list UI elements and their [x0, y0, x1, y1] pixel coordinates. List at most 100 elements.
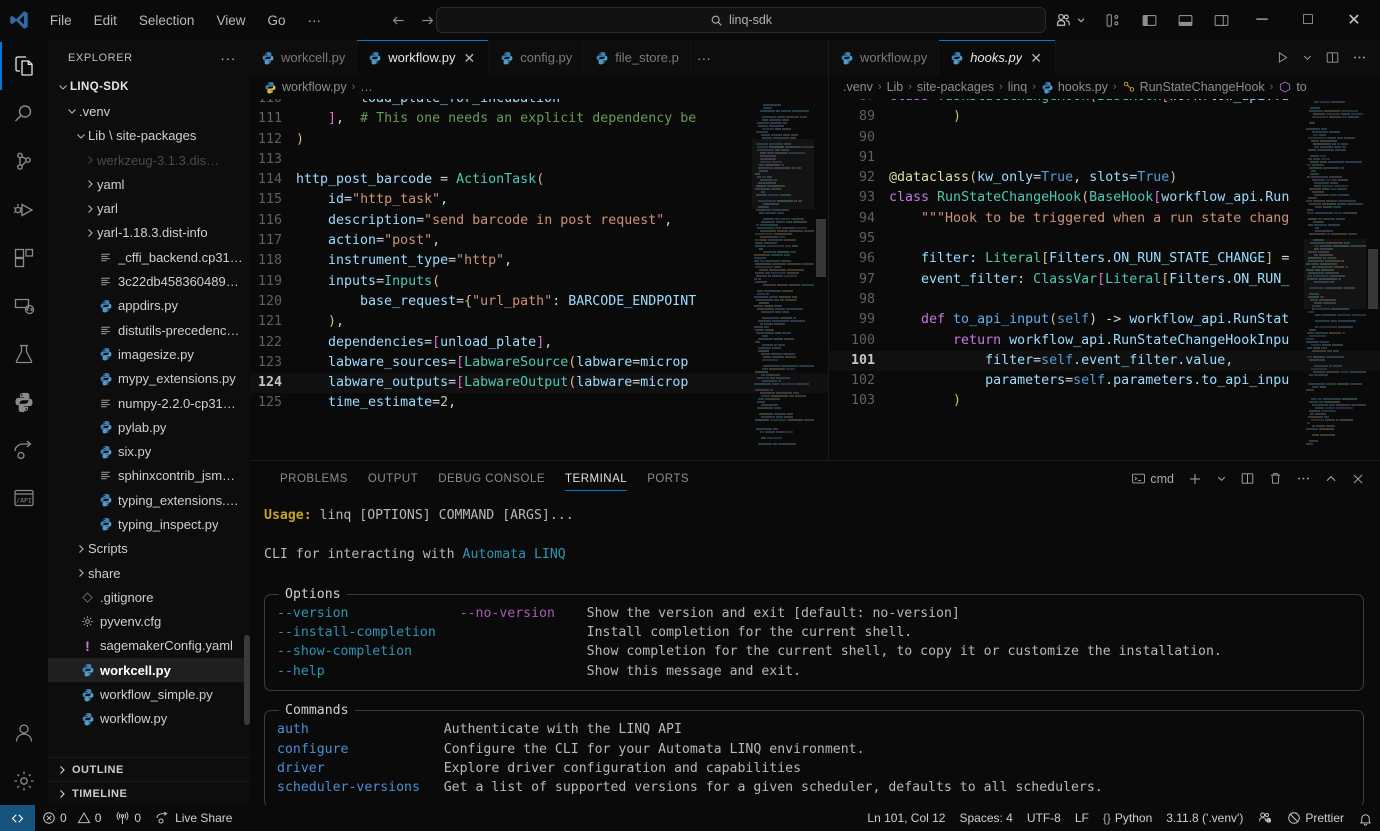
indentation-status[interactable]: Spaces: 4: [952, 805, 1019, 831]
file-tree[interactable]: LINQ-SDK .venv Lib \ site-packages werkzeug…: [48, 75, 250, 757]
remote-window-indicator[interactable]: [0, 805, 35, 831]
editor-scrollbar-left[interactable]: [814, 99, 828, 460]
activity-remote-explorer-icon[interactable]: [0, 282, 48, 330]
tree-item-lib-site-packages[interactable]: Lib \ site-packages: [48, 124, 250, 148]
problems-status[interactable]: 0 0: [35, 805, 108, 831]
tree-item-yaml[interactable]: yaml: [48, 172, 250, 196]
tree-item-typing-inspect-py[interactable]: typing_inspect.py: [48, 512, 250, 536]
panel-tab-output[interactable]: OUTPUT: [358, 465, 428, 492]
tree-item-3c22db458360489[interactable]: 3c22db458360489…: [48, 269, 250, 293]
breadcrumb-item-runstatechangehook[interactable]: RunStateChangeHook: [1122, 80, 1265, 94]
sidebar-section-timeline[interactable]: TIMELINE: [48, 781, 250, 805]
breadcrumb-right[interactable]: .venv › Lib › site-packages › linq › hooks.py › Ru…: [829, 75, 1380, 99]
tree-item-scripts[interactable]: Scripts: [48, 537, 250, 561]
menu-file[interactable]: File: [39, 9, 83, 32]
minimap-slider[interactable]: [752, 139, 814, 209]
activity-explorer-icon[interactable]: [0, 42, 48, 90]
editor-scrollbar-right[interactable]: [1366, 99, 1380, 460]
breadcrumb-item-symbol[interactable]: …: [360, 80, 373, 94]
terminal-shell-selector[interactable]: cmd: [1126, 467, 1179, 490]
activity-extensions-icon[interactable]: [0, 234, 48, 282]
toggle-panel-icon[interactable]: [1168, 5, 1202, 35]
tree-item-pylab-py[interactable]: pylab.py: [48, 415, 250, 439]
minimap-left[interactable]: [752, 99, 814, 460]
tree-item-gitignore[interactable]: .gitignore: [48, 585, 250, 609]
tree-item-six-py[interactable]: six.py: [48, 439, 250, 463]
tree-item-workcell-py[interactable]: workcell.py: [48, 658, 250, 683]
tab-workflow-py[interactable]: workflow.py ✕: [357, 40, 490, 75]
menu-view[interactable]: View: [205, 9, 256, 32]
cursor-position-status[interactable]: Ln 101, Col 12: [860, 805, 952, 831]
chevron-down-icon[interactable]: [1297, 48, 1318, 67]
breadcrumb-left[interactable]: workflow.py › …: [250, 75, 828, 99]
sidebar-section-outline[interactable]: OUTLINE: [48, 757, 250, 781]
split-terminal-icon[interactable]: [1235, 467, 1260, 490]
breadcrumb-item-to[interactable]: to: [1278, 80, 1307, 94]
more-actions-icon[interactable]: [1347, 46, 1372, 69]
arrow-left-icon[interactable]: [390, 12, 407, 29]
tree-item-cffi-backend-cp31[interactable]: _cffi_backend.cp31…: [48, 245, 250, 269]
accounts-badge-icon[interactable]: !: [1250, 805, 1280, 831]
window-close-button[interactable]: ✕: [1332, 1, 1376, 39]
customize-layout-icon[interactable]: [1096, 5, 1130, 35]
panel-tab-ports[interactable]: PORTS: [637, 465, 699, 492]
tree-item-sphinxcontrib-jsm[interactable]: sphinxcontrib_jsm…: [48, 464, 250, 488]
activity-accounts-icon[interactable]: [0, 709, 48, 757]
menu-go[interactable]: Go: [256, 9, 296, 32]
minimap-slider[interactable]: [1304, 239, 1366, 309]
activity-share-icon[interactable]: [0, 426, 48, 474]
command-center-search[interactable]: linq-sdk: [436, 7, 1046, 33]
tree-item-imagesize-py[interactable]: imagesize.py: [48, 342, 250, 366]
panel-tab-terminal[interactable]: TERMINAL: [555, 465, 637, 492]
tab-workflow-py[interactable]: workflow.py: [829, 40, 940, 75]
breadcrumb-item-lib[interactable]: Lib: [887, 80, 904, 94]
tab-hooks-py[interactable]: hooks.py ✕: [939, 40, 1056, 75]
activity-rest-api-icon[interactable]: /API: [0, 474, 48, 522]
menu-more[interactable]: ···: [297, 9, 333, 32]
activity-testing-flask-icon[interactable]: [0, 330, 48, 378]
tree-item-distutils-precedenc[interactable]: distutils-precedenc…: [48, 318, 250, 342]
split-editor-icon[interactable]: [1320, 46, 1345, 69]
arrow-right-icon[interactable]: [419, 12, 436, 29]
tree-item-pyvenv-cfg[interactable]: pyvenv.cfg: [48, 610, 250, 634]
menu-edit[interactable]: Edit: [83, 9, 128, 32]
eol-status[interactable]: LF: [1068, 805, 1096, 831]
activity-settings-gear-icon[interactable]: [0, 757, 48, 805]
activity-python-icon[interactable]: [0, 378, 48, 426]
chevron-down-icon[interactable]: [1211, 469, 1232, 488]
tree-item-appdirs-py[interactable]: appdirs.py: [48, 294, 250, 318]
activity-source-control-icon[interactable]: [0, 138, 48, 186]
close-panel-icon[interactable]: [1346, 468, 1370, 490]
minimap-right[interactable]: [1304, 99, 1366, 460]
code-editor-right[interactable]: 87class TaskStateChangeHook(BaseHook[wor…: [829, 99, 1380, 460]
tree-item-linq-sdk[interactable]: LINQ-SDK: [48, 75, 250, 99]
tree-item-workflow-simple-py[interactable]: workflow_simple.py: [48, 682, 250, 706]
tree-item-share[interactable]: share: [48, 561, 250, 585]
breadcrumb-item-site-packages[interactable]: site-packages: [917, 80, 994, 94]
prettier-status[interactable]: Prettier: [1280, 805, 1351, 831]
accounts-menu[interactable]: [1046, 11, 1094, 30]
breadcrumb-item-file[interactable]: workflow.py: [282, 80, 347, 94]
ports-status[interactable]: 0: [108, 805, 148, 831]
tree-item-yarl-1-18-3-dist-info[interactable]: yarl-1.18.3.dist-info: [48, 221, 250, 245]
python-interpreter-status[interactable]: 3.11.8 ('.venv'): [1159, 805, 1250, 831]
tree-item-venv[interactable]: .venv: [48, 99, 250, 123]
tree-item-werkzeug-3-1-3-dis[interactable]: werkzeug-3.1.3.dis…: [48, 148, 250, 172]
language-mode-status[interactable]: {} Python: [1096, 805, 1159, 831]
notifications-bell-icon[interactable]: [1351, 805, 1380, 831]
tab-close-icon[interactable]: ✕: [462, 49, 478, 67]
live-share-status[interactable]: Live Share: [148, 805, 239, 831]
maximize-panel-icon[interactable]: [1319, 468, 1343, 490]
run-python-file-icon[interactable]: [1270, 46, 1295, 69]
terminal-output[interactable]: Usage: linq [OPTIONS] COMMAND [ARGS]... C…: [250, 496, 1380, 805]
tab-workcell-py[interactable]: workcell.py: [250, 40, 358, 75]
tree-item-sagemakerconfig-yaml[interactable]: ! sagemakerConfig.yaml: [48, 634, 250, 658]
tab-config-py[interactable]: config.py: [489, 40, 585, 75]
tree-item-mypy-extensions-py[interactable]: mypy_extensions.py: [48, 367, 250, 391]
breadcrumb-item-linq[interactable]: linq: [1008, 80, 1027, 94]
activity-run-and-debug-icon[interactable]: [0, 186, 48, 234]
toggle-primary-sidebar-icon[interactable]: [1132, 5, 1166, 35]
tree-item-numpy-2-2-0-cp31[interactable]: numpy-2.2.0-cp31…: [48, 391, 250, 415]
new-terminal-icon[interactable]: [1182, 467, 1208, 491]
tree-item-yarl[interactable]: yarl: [48, 196, 250, 220]
